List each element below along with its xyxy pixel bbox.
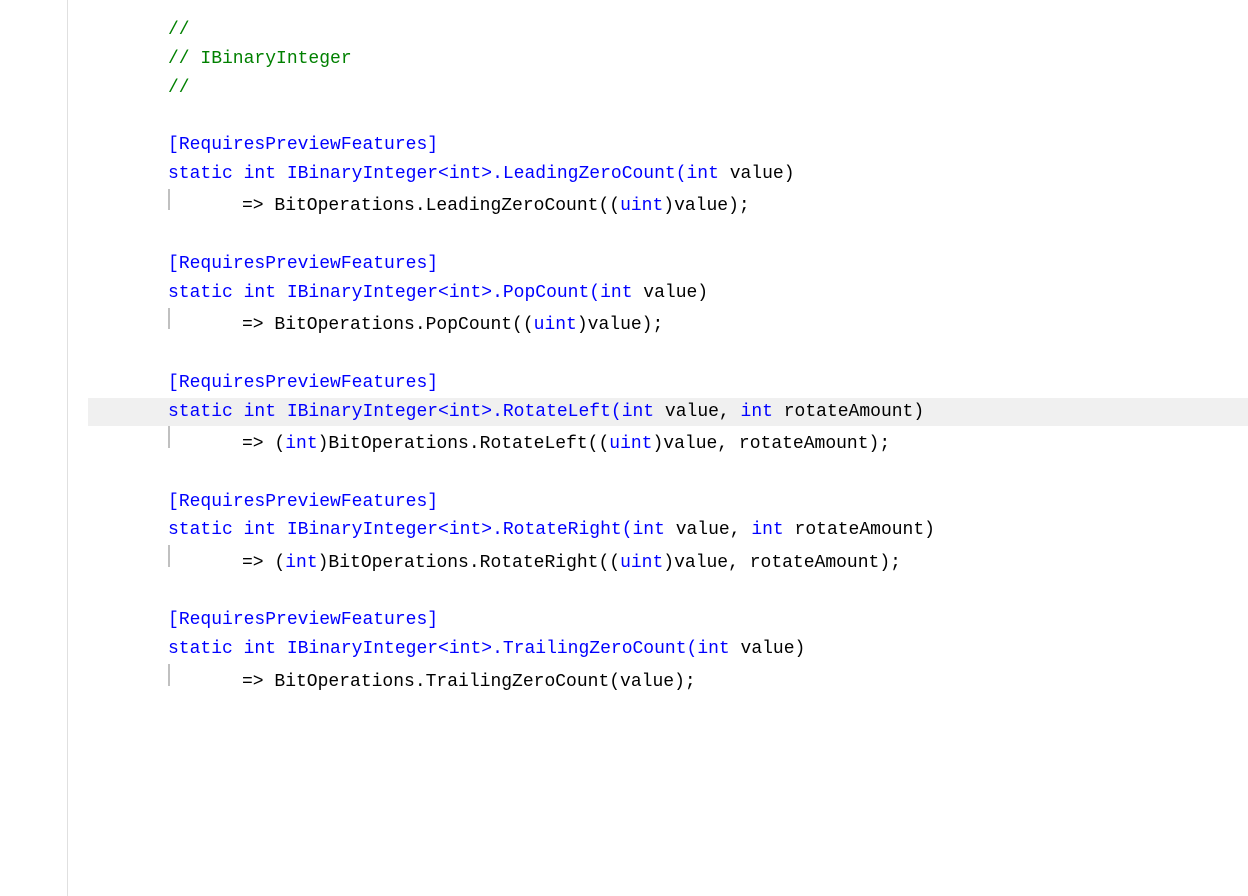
code-line [88,459,1248,488]
code-editor: //// IBinaryInteger// [RequiresPreviewFe… [0,0,1248,896]
code-line: // [88,74,1248,103]
code-line: static int IBinaryInteger<int>.PopCount(… [88,279,1248,308]
code-line [88,102,1248,131]
code-line: // [88,16,1248,45]
code-line: // IBinaryInteger [88,45,1248,74]
code-line: => BitOperations.PopCount((uint)value); [88,308,1248,340]
code-line: [RequiresPreviewFeatures] [88,131,1248,160]
code-line: static int IBinaryInteger<int>.TrailingZ… [88,635,1248,664]
code-line: static int IBinaryInteger<int>.RotateLef… [88,398,1248,427]
code-line: [RequiresPreviewFeatures] [88,250,1248,279]
code-line [88,221,1248,250]
code-line: [RequiresPreviewFeatures] [88,606,1248,635]
code-line: static int IBinaryInteger<int>.RotateRig… [88,516,1248,545]
code-line: => (int)BitOperations.RotateRight((uint)… [88,545,1248,577]
code-line [88,578,1248,607]
code-line: => (int)BitOperations.RotateLeft((uint)v… [88,426,1248,458]
code-content[interactable]: //// IBinaryInteger// [RequiresPreviewFe… [68,0,1248,896]
code-line: static int IBinaryInteger<int>.LeadingZe… [88,160,1248,189]
code-line: => BitOperations.LeadingZeroCount((uint)… [88,189,1248,221]
code-line: [RequiresPreviewFeatures] [88,488,1248,517]
line-numbers-gutter [0,0,68,896]
code-line [88,340,1248,369]
code-line: => BitOperations.TrailingZeroCount(value… [88,664,1248,696]
code-line: [RequiresPreviewFeatures] [88,369,1248,398]
